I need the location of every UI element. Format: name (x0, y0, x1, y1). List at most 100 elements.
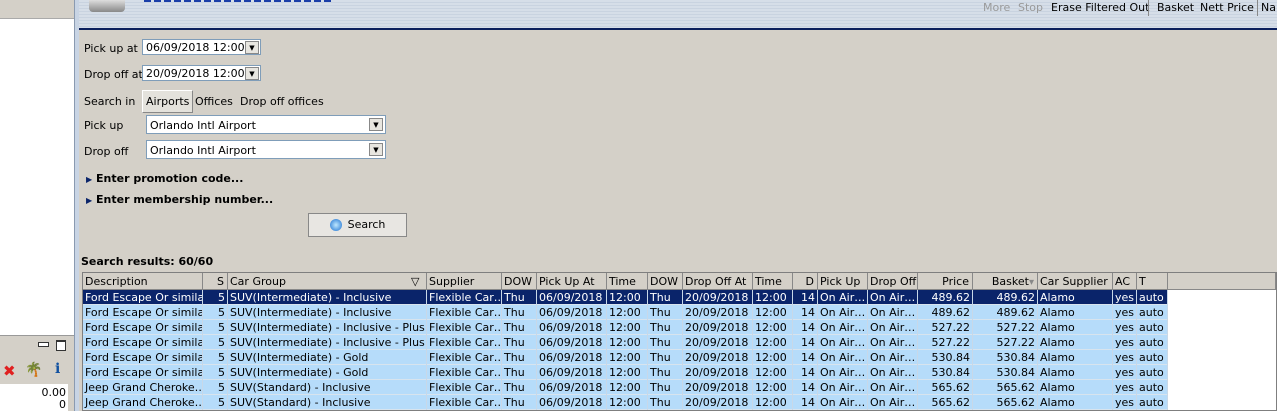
table-cell: 14 (793, 365, 818, 380)
table-cell: Thu (502, 380, 537, 395)
table-cell: Thu (648, 380, 683, 395)
table-cell: Thu (648, 290, 683, 305)
dropoff-at-field[interactable]: 20/09/2018 12:00 (142, 65, 261, 81)
table-cell: 20/09/2018 (683, 305, 753, 320)
column-header[interactable]: Time (753, 273, 793, 290)
table-row[interactable]: Ford Escape Or simila… 5 SUV(Intermediate)… (83, 365, 1168, 380)
search-in-dropoff-offices[interactable]: Drop off offices (240, 95, 324, 108)
table-row[interactable]: Jeep Grand Cheroke… 5 SUV(Standard) - Incl… (83, 380, 1168, 395)
column-header[interactable]: Supplier (427, 273, 502, 290)
pickup-select[interactable]: Orlando Intl Airport (146, 115, 386, 134)
column-header[interactable]: Price (918, 273, 973, 290)
column-header[interactable]: DOW (502, 273, 537, 290)
table-cell: 12:00 (607, 395, 648, 410)
table-cell: 527.22 (973, 335, 1038, 350)
pickup-dropdown-icon[interactable]: ▼ (369, 118, 383, 131)
table-cell: On Air… (868, 335, 918, 350)
dropoff-select[interactable]: Orlando Intl Airport (146, 140, 386, 159)
dropoff-dropdown-icon[interactable]: ▼ (369, 143, 383, 156)
column-header[interactable]: DOW (648, 273, 683, 290)
column-header[interactable]: Car Supplier (1038, 273, 1113, 290)
table-cell: 565.62 (918, 395, 973, 410)
column-header[interactable]: Drop Off At (683, 273, 753, 290)
table-row[interactable]: Jeep Grand Cheroke… 5 SUV(Standard) - Incl… (83, 395, 1168, 410)
basket-button[interactable]: Basket (1157, 1, 1194, 14)
dropoff-at-dropdown-icon[interactable]: ▼ (245, 67, 259, 80)
table-cell: 06/09/2018 (537, 350, 607, 365)
table-cell: SUV(Intermediate) - Inclusive - Plus E… (230, 320, 427, 335)
table-cell: 5 (203, 395, 228, 410)
table-row[interactable]: Ford Escape Or simila… 5 SUV(Intermediate)… (83, 335, 1168, 350)
table-cell: On Air… (818, 350, 868, 365)
table-cell: 06/09/2018 (537, 320, 607, 335)
table-cell: Alamo (1038, 350, 1113, 365)
search-button[interactable]: Search (308, 213, 407, 237)
membership-number-expander[interactable]: ▶ Enter membership number... (86, 193, 273, 206)
column-header[interactable]: T (1137, 273, 1168, 290)
table-cell: yes (1113, 395, 1137, 410)
column-header[interactable]: Basket▾ (973, 273, 1038, 290)
table-cell: Thu (502, 365, 537, 380)
table-cell: 565.62 (918, 380, 973, 395)
toolbar-separator (1148, 0, 1149, 16)
column-header[interactable]: AC (1113, 273, 1137, 290)
table-cell: 12:00 (607, 290, 648, 305)
search-in-airports[interactable]: Airports (142, 90, 194, 113)
table-row[interactable]: Ford Escape Or simila… 5 SUV(Intermediate)… (83, 305, 1168, 320)
nett-price-button[interactable]: Nett Price (1200, 1, 1254, 14)
left-panel-toolbar (0, 0, 74, 19)
delete-icon[interactable]: ✖ (3, 364, 16, 379)
table-cell: 06/09/2018 (537, 395, 607, 410)
minimize-icon[interactable] (38, 342, 49, 347)
table-cell: SUV(Standard) - Inclusive (228, 395, 427, 410)
table-row[interactable]: Ford Escape Or simila… 5 SUV(Intermediate)… (83, 350, 1168, 365)
column-header-filler (1168, 273, 1276, 290)
na-button[interactable]: Na (1261, 1, 1276, 14)
table-cell: 5 (203, 350, 228, 365)
promotion-code-expander[interactable]: ▶ Enter promotion code... (86, 172, 243, 185)
table-cell: Thu (648, 320, 683, 335)
search-in-offices[interactable]: Offices (195, 95, 233, 108)
table-row[interactable]: Ford Escape Or simila… 5 SUV(Intermediate)… (83, 320, 1168, 335)
info-icon[interactable]: i (55, 361, 60, 377)
column-header[interactable]: Pick Up At (537, 273, 607, 290)
stop-button[interactable]: Stop (1018, 1, 1043, 14)
pickup-at-field[interactable]: 06/09/2018 12:00 (142, 39, 261, 55)
filter-icon[interactable]: ▽ (411, 273, 419, 289)
pickup-at-dropdown-icon[interactable]: ▼ (245, 41, 259, 54)
table-cell: yes (1113, 380, 1137, 395)
column-header[interactable]: Description (83, 273, 203, 290)
table-cell: 565.62 (973, 395, 1038, 410)
expand-arrow-icon: ▶ (86, 196, 93, 205)
left-subpanel: ✖ 🌴 i 0.00 0 (0, 335, 74, 411)
table-row[interactable]: Ford Escape Or simila… 5 SUV(Intermediate)… (83, 290, 1168, 305)
column-header[interactable]: Drop Off (868, 273, 918, 290)
table-cell: 5 (203, 320, 228, 335)
table-cell: 527.22 (918, 335, 973, 350)
table-cell: Jeep Grand Cheroke… (85, 395, 203, 410)
more-button[interactable]: More (983, 1, 1010, 14)
column-header[interactable]: Car Group ▽ (228, 273, 427, 290)
table-cell: Flexible Car… (429, 395, 502, 410)
table-cell: SUV(Intermediate) - Inclusive (228, 290, 427, 305)
column-header[interactable]: S (203, 273, 228, 290)
table-cell: Thu (502, 350, 537, 365)
table-cell: Alamo (1038, 305, 1113, 320)
table-cell: Alamo (1038, 335, 1113, 350)
table-cell: yes (1113, 320, 1137, 335)
table-cell: Thu (502, 335, 537, 350)
maximize-icon[interactable] (56, 340, 66, 351)
table-cell: 12:00 (607, 335, 648, 350)
table-cell: 12:00 (607, 305, 648, 320)
erase-filtered-out-button[interactable]: Erase Filtered Out (1051, 1, 1149, 14)
table-cell: 20/09/2018 (683, 365, 753, 380)
table-cell: 14 (793, 290, 818, 305)
palm-tree-icon[interactable]: 🌴 (25, 362, 42, 378)
splitter[interactable] (74, 0, 79, 411)
table-cell: 489.62 (973, 290, 1038, 305)
column-header[interactable]: Time (607, 273, 648, 290)
table-cell: 5 (203, 365, 228, 380)
column-header[interactable]: Pick Up (818, 273, 868, 290)
table-cell: 12:00 (753, 335, 793, 350)
column-header[interactable]: D (793, 273, 818, 290)
